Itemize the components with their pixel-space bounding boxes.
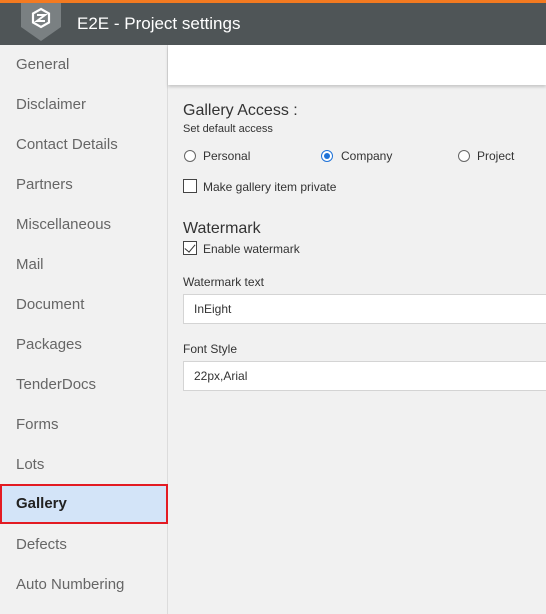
sidebar-item-contact-details[interactable]: Contact Details <box>0 125 168 165</box>
gallery-access-heading: Gallery Access : <box>183 102 298 119</box>
radio-personal[interactable] <box>184 150 196 162</box>
private-item-label[interactable]: Make gallery item private <box>203 180 336 194</box>
sidebar-item-mail[interactable]: Mail <box>0 245 168 285</box>
radio-personal-label[interactable]: Personal <box>203 149 250 163</box>
font-style-label: Font Style <box>183 342 238 356</box>
watermark-heading: Watermark <box>183 220 261 237</box>
watermark-text-input[interactable]: InEight <box>183 294 546 324</box>
radio-company[interactable] <box>321 150 333 162</box>
sidebar-item-general[interactable]: General <box>0 45 168 85</box>
sidebar-item-partners[interactable]: Partners <box>0 165 168 205</box>
sidebar: General Disclaimer Contact Details Partn… <box>0 45 168 614</box>
sidebar-item-miscellaneous[interactable]: Miscellaneous <box>0 205 168 245</box>
default-access-subtitle: Set default access <box>183 123 273 135</box>
app-title: E2E - Project settings <box>77 14 241 33</box>
title-bar: E2E - Project settings <box>0 3 546 45</box>
sidebar-item-disclaimer[interactable]: Disclaimer <box>0 85 168 125</box>
settings-panel: Gallery Access : Set default access Pers… <box>168 45 546 614</box>
radio-company-label[interactable]: Company <box>341 149 392 163</box>
watermark-text-label: Watermark text <box>183 275 264 289</box>
sidebar-item-packages[interactable]: Packages <box>0 325 168 365</box>
enable-watermark-checkbox[interactable] <box>183 241 197 255</box>
checkmark-icon <box>184 241 196 253</box>
sidebar-item-tenderdocs[interactable]: TenderDocs <box>0 365 168 405</box>
panel-toolbar <box>168 45 546 85</box>
private-item-checkbox[interactable] <box>183 179 197 193</box>
radio-project[interactable] <box>458 150 470 162</box>
radio-project-label[interactable]: Project <box>477 149 514 163</box>
sidebar-item-gallery[interactable]: Gallery <box>0 484 168 524</box>
sidebar-item-document[interactable]: Document <box>0 285 168 325</box>
font-style-input[interactable]: 22px,Arial <box>183 361 546 391</box>
shield-logo-icon <box>21 3 61 41</box>
sidebar-item-auto-numbering[interactable]: Auto Numbering <box>0 565 168 605</box>
sidebar-item-forms[interactable]: Forms <box>0 405 168 445</box>
sidebar-item-defects[interactable]: Defects <box>0 525 168 565</box>
enable-watermark-label[interactable]: Enable watermark <box>203 242 300 256</box>
sidebar-item-lots[interactable]: Lots <box>0 445 168 485</box>
